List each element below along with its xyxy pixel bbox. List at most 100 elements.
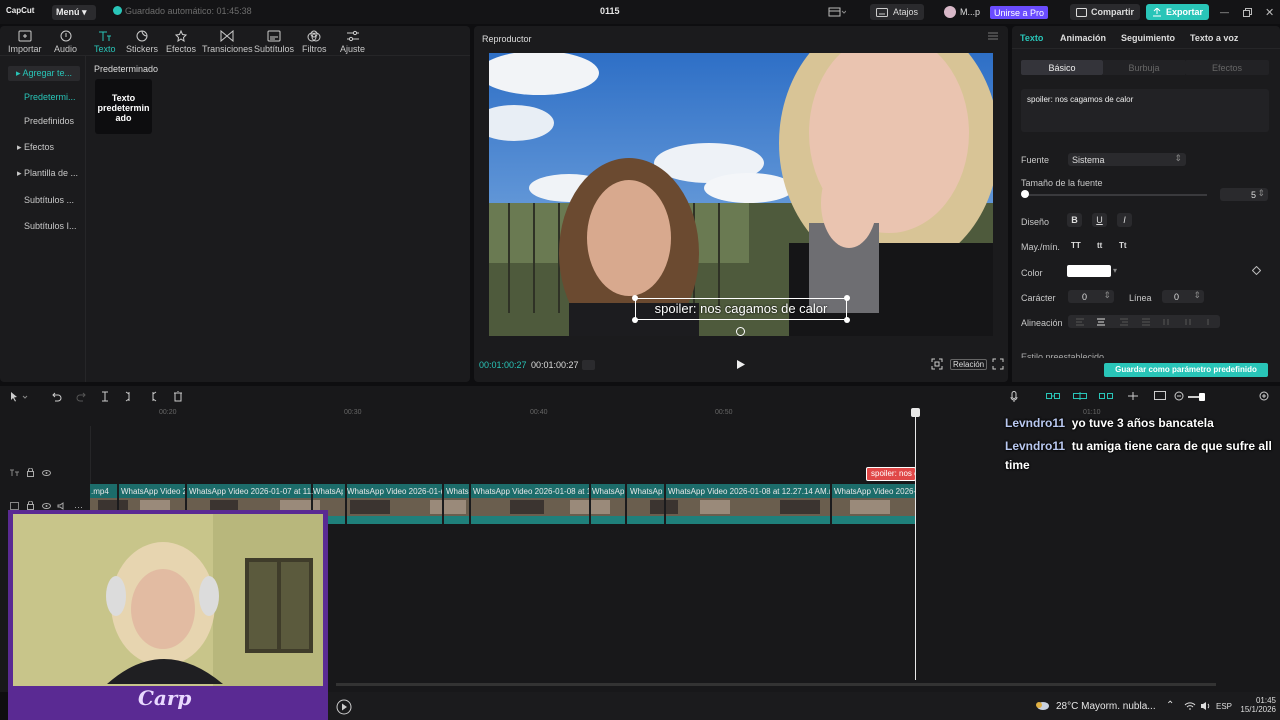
- lock-icon[interactable]: [27, 501, 34, 510]
- play-icon[interactable]: [736, 359, 746, 370]
- sidebar-item-presets[interactable]: Predefinidos: [24, 116, 74, 126]
- subtitles-icon: [254, 30, 294, 43]
- save-preset-button[interactable]: Guardar como parámetro predefinido: [1104, 363, 1268, 377]
- zoom-in-icon[interactable]: [1259, 391, 1269, 401]
- fullscreen-icon[interactable]: [992, 358, 1004, 370]
- caption-text: spoiler: nos cagamos de calor: [654, 301, 828, 316]
- eye-icon[interactable]: [42, 470, 51, 476]
- eye-icon[interactable]: [42, 503, 51, 509]
- text-clip[interactable]: spoiler: nos c: [866, 467, 916, 481]
- volume-icon[interactable]: [1200, 701, 1212, 711]
- character-spacing-label: Carácter: [1021, 293, 1056, 303]
- tool-filters[interactable]: Filtros: [302, 30, 327, 54]
- tab-text-to-speech[interactable]: Texto a voz: [1190, 33, 1238, 43]
- split-icon[interactable]: [101, 391, 109, 402]
- undo-icon[interactable]: [52, 392, 62, 402]
- bold-button[interactable]: B: [1067, 213, 1082, 227]
- zoom-out-icon[interactable]: [1174, 391, 1184, 401]
- keyboard-icon: [876, 7, 888, 17]
- linkage-icon[interactable]: [1099, 392, 1113, 400]
- caption-track-icon[interactable]: [1154, 391, 1166, 400]
- font-size-slider[interactable]: [1021, 194, 1207, 196]
- subtab-basic[interactable]: Básico: [1021, 60, 1103, 75]
- magnet-icon[interactable]: [1073, 392, 1087, 400]
- chevron-up-icon[interactable]: ⌃: [1166, 700, 1174, 711]
- media-play-icon[interactable]: [336, 699, 352, 715]
- font-size-slider-handle[interactable]: [1021, 190, 1029, 198]
- tool-stickers[interactable]: Stickers: [126, 30, 158, 54]
- sidebar-item-subtitles-1[interactable]: Subtítulos ...: [24, 195, 74, 205]
- sidebar-item-effects[interactable]: ▸ Efectos: [17, 142, 54, 153]
- preview-axis-icon[interactable]: [1127, 392, 1139, 400]
- minimize-icon[interactable]: —: [1220, 4, 1229, 20]
- tool-audio[interactable]: Audio: [54, 30, 77, 54]
- rotate-handle[interactable]: [736, 327, 745, 336]
- subtab-effects[interactable]: Efectos: [1185, 60, 1269, 75]
- sidebar-item-subtitles-2[interactable]: Subtítulos I...: [24, 221, 77, 231]
- join-pro-button[interactable]: Unirse a Pro: [990, 6, 1049, 19]
- clock[interactable]: 01:45 15/1/2026: [1238, 696, 1276, 714]
- network-icon[interactable]: [1184, 701, 1196, 711]
- layout-icon[interactable]: [828, 4, 846, 20]
- resize-handle[interactable]: [632, 295, 638, 301]
- sidebar-item-templates[interactable]: ▸ Plantilla de ...: [17, 168, 78, 179]
- resize-handle[interactable]: [844, 295, 850, 301]
- tool-text[interactable]: Texto: [94, 30, 116, 54]
- font-size-input[interactable]: 5 ⇕: [1220, 188, 1268, 201]
- lowercase-button[interactable]: tt: [1097, 241, 1102, 250]
- user-account[interactable]: M...p: [944, 4, 980, 20]
- playhead-handle[interactable]: [911, 408, 920, 417]
- font-select[interactable]: Sistema ⇕: [1068, 153, 1186, 166]
- tool-transitions[interactable]: Transiciones: [202, 30, 253, 54]
- color-swatch[interactable]: [1067, 265, 1111, 277]
- audio-mute-icon[interactable]: [57, 502, 66, 510]
- chevron-down-icon[interactable]: ▾: [1113, 266, 1117, 275]
- italic-button[interactable]: I: [1117, 213, 1132, 227]
- split-right-icon[interactable]: [149, 391, 157, 402]
- default-text-tile[interactable]: Texto predetermin ado: [95, 79, 152, 134]
- tool-adjust[interactable]: Ajuste: [340, 30, 365, 54]
- delete-icon[interactable]: [173, 391, 183, 402]
- tool-effects[interactable]: Efectos: [166, 30, 196, 54]
- uppercase-button[interactable]: TT: [1071, 241, 1081, 250]
- lock-icon[interactable]: [27, 468, 34, 477]
- underline-button[interactable]: U: [1092, 213, 1107, 227]
- timeline-scrollbar[interactable]: [336, 683, 1216, 686]
- sidebar-item-default[interactable]: Predetermi...: [24, 92, 76, 102]
- subtab-bubble[interactable]: Burbuja: [1103, 60, 1185, 75]
- text-content-field[interactable]: spoiler: nos cagamos de calor: [1021, 89, 1269, 132]
- microphone-icon[interactable]: [1010, 391, 1018, 402]
- resize-handle[interactable]: [844, 317, 850, 323]
- playhead[interactable]: [915, 410, 916, 680]
- resize-handle[interactable]: [632, 317, 638, 323]
- share-button[interactable]: Compartir: [1070, 4, 1141, 20]
- titlecase-button[interactable]: Tt: [1119, 241, 1127, 250]
- zoom-slider-handle[interactable]: [1199, 393, 1205, 401]
- tool-subtitles[interactable]: Subtítulos: [254, 30, 294, 54]
- select-tool-icon[interactable]: [10, 392, 28, 402]
- fit-screen-icon[interactable]: [931, 358, 943, 370]
- export-button[interactable]: Exportar: [1146, 4, 1210, 20]
- split-left-icon[interactable]: [125, 391, 133, 402]
- keyframe-icon[interactable]: [1252, 266, 1261, 275]
- player-menu-icon[interactable]: [988, 32, 998, 40]
- menu-button[interactable]: Menú ▾: [52, 5, 96, 20]
- link-main-track-icon[interactable]: [1046, 392, 1060, 400]
- tab-animation[interactable]: Animación: [1060, 33, 1106, 43]
- video-preview[interactable]: spoiler: nos cagamos de calor: [489, 53, 993, 336]
- language-indicator[interactable]: ESP: [1216, 702, 1232, 711]
- character-spacing-input[interactable]: 0 ⇕: [1068, 290, 1114, 303]
- text-icon: [94, 30, 116, 43]
- tab-text[interactable]: Texto: [1020, 33, 1043, 43]
- sidebar-item-add-text[interactable]: ▸ Agregar te...: [8, 66, 80, 81]
- close-icon[interactable]: ✕: [1265, 4, 1274, 20]
- timecode-toggle-icon[interactable]: [582, 360, 595, 370]
- shortcuts-button[interactable]: Atajos: [870, 4, 925, 20]
- weather-text[interactable]: 28°C Mayorm. nubla...: [1056, 701, 1156, 712]
- alignment-group[interactable]: [1068, 315, 1220, 328]
- line-spacing-input[interactable]: 0 ⇕: [1162, 290, 1204, 303]
- maximize-icon[interactable]: [1243, 4, 1252, 20]
- tab-tracking[interactable]: Seguimiento: [1121, 33, 1175, 43]
- ratio-button[interactable]: Relación: [950, 359, 988, 370]
- tool-import[interactable]: Importar: [8, 30, 42, 54]
